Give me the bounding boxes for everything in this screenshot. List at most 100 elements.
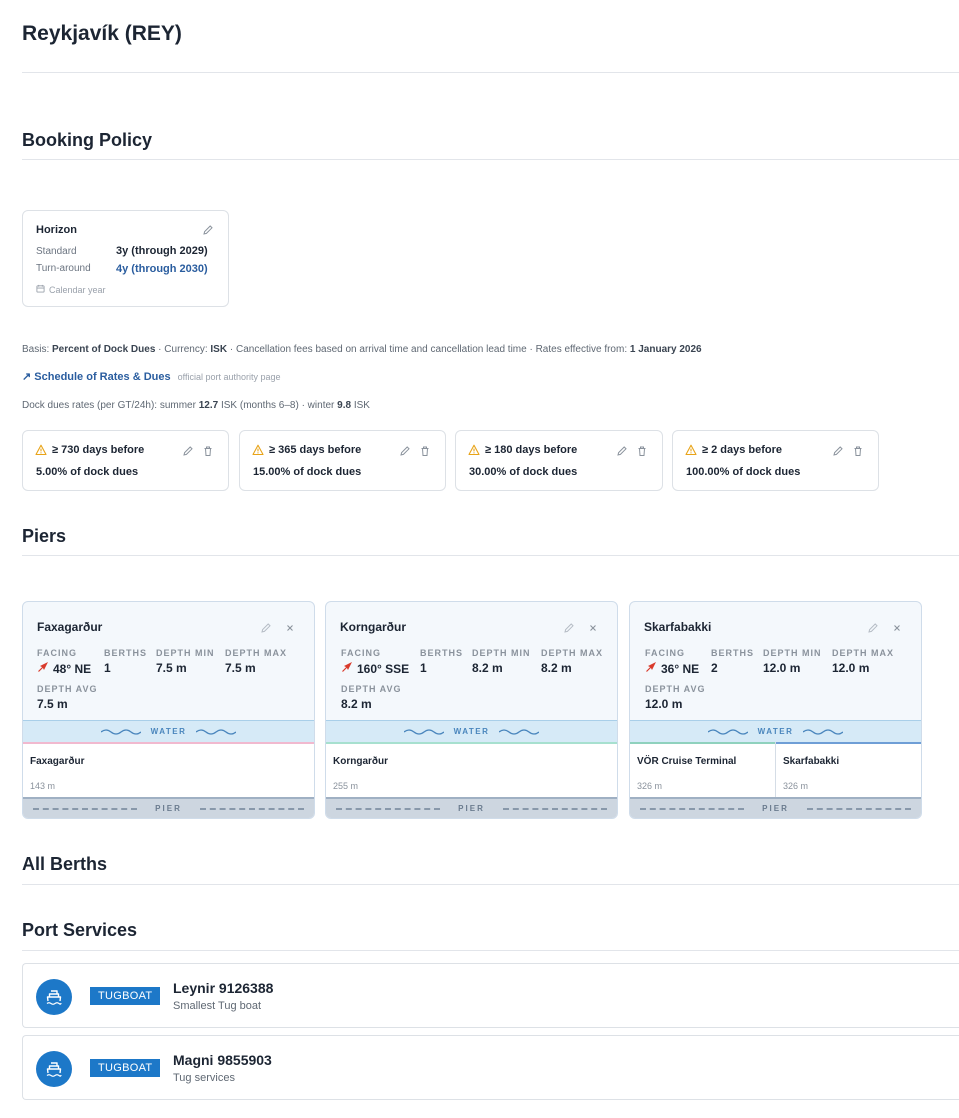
pencil-icon[interactable]: [867, 621, 879, 633]
depth-max-value: 8.2 m: [541, 661, 572, 675]
pier-depth-avg: Depth Avg 12.0 m: [645, 684, 706, 711]
pier-name: Skarfabakki: [644, 620, 712, 634]
depth-avg-label: Depth Avg: [341, 684, 402, 694]
berth-name: VÖR Cruise Terminal: [637, 756, 737, 767]
facing-arrow-icon: [645, 661, 657, 676]
berth-name: Skarfabakki: [783, 756, 840, 767]
depth-avg-value: 8.2 m: [341, 697, 372, 711]
depth-avg-label: Depth Avg: [645, 684, 706, 694]
service-name: Leynir 9126388: [173, 980, 274, 996]
wave-icon: [498, 723, 540, 741]
pencil-icon[interactable]: [182, 444, 194, 456]
basis-label: Basis:: [22, 344, 50, 355]
service-row[interactable]: TUGBOAT Leynir 9126388 Smallest Tug boat: [22, 963, 959, 1028]
close-icon[interactable]: [284, 621, 296, 633]
wave-icon: [100, 723, 141, 741]
depth-min-label: Depth Min: [472, 648, 531, 658]
currency-value: ISK: [210, 344, 228, 355]
facing-label: Facing: [37, 648, 78, 658]
berths-value: 1: [420, 661, 427, 675]
pier-depth-avg: Depth Avg 7.5 m: [37, 684, 98, 711]
facing-label: Facing: [341, 648, 382, 658]
fee-threshold: ≥ 2 days before: [702, 444, 783, 456]
pencil-icon[interactable]: [260, 621, 272, 633]
dock-dues-winter-suffix: ISK: [353, 400, 370, 411]
pencil-icon[interactable]: [563, 621, 575, 633]
pier-facing: Facing 48° NE: [37, 648, 91, 676]
pencil-icon[interactable]: [832, 444, 844, 456]
pier-actions: [563, 621, 599, 633]
warning-icon: [685, 444, 697, 456]
fee-value: 30.00% of dock dues: [469, 466, 578, 478]
berths-label: Berths: [420, 648, 464, 658]
wave-icon: [403, 723, 444, 741]
trash-icon[interactable]: [852, 444, 864, 456]
pencil-icon[interactable]: [616, 444, 628, 456]
all-berths-divider: [22, 884, 959, 885]
facing-value: 36° NE: [661, 661, 700, 676]
berth-area: VÖR Cruise Terminal 326 m Skarfabakki 32…: [630, 742, 921, 799]
depth-avg-value: 12.0 m: [645, 697, 683, 711]
pier-depth-min: Depth Min 12.0 m: [763, 648, 822, 675]
berth-color-bar: [776, 742, 921, 744]
berth-area: Faxagarður 143 m: [23, 742, 314, 799]
cancellation-text: · Cancellation fees based on arrival tim…: [229, 344, 628, 355]
wave-icon: [802, 723, 844, 741]
water-strip: WATER: [630, 720, 921, 742]
pier-berths: Berths 1: [420, 648, 463, 675]
pier-depth-min: Depth Min 7.5 m: [156, 648, 215, 675]
pencil-icon[interactable]: [202, 223, 214, 235]
warning-icon: [468, 444, 480, 456]
depth-avg-value: 7.5 m: [37, 697, 68, 711]
fee-threshold: ≥ 180 days before: [485, 444, 578, 456]
header-divider: [22, 72, 959, 73]
facing-arrow-icon: [37, 661, 49, 676]
berth-length: 255 m: [333, 781, 359, 791]
pier-strip: PIER: [630, 797, 921, 818]
pier-depth-min: Depth Min 8.2 m: [472, 648, 531, 675]
horizon-turnaround-value: 4y (through 2030): [116, 263, 208, 275]
water-label: WATER: [453, 727, 490, 736]
service-row[interactable]: TUGBOAT Magni 9855903 Tug services: [22, 1035, 959, 1100]
boat-icon: [36, 1051, 72, 1087]
section-title-piers: Piers: [22, 526, 67, 546]
berth-slot[interactable]: Korngarður 255 m: [326, 742, 617, 799]
fee-heading: ≥ 365 days before: [252, 444, 361, 456]
dock-dues-summer: 12.7: [198, 400, 219, 411]
horizon-card: Horizon Standard 3y (through 2029) Turn-…: [22, 210, 229, 307]
facing-value: 48° NE: [53, 661, 92, 676]
pier-depth-max: Depth Max 12.0 m: [832, 648, 894, 675]
berth-slot[interactable]: VÖR Cruise Terminal 326 m: [630, 742, 776, 799]
close-icon[interactable]: [891, 621, 903, 633]
berth-slot[interactable]: Faxagarður 143 m: [23, 742, 314, 799]
wave-icon: [195, 723, 237, 741]
page-title: Reykjavík (REY): [22, 22, 182, 45]
depth-min-label: Depth Min: [763, 648, 822, 658]
close-icon[interactable]: [587, 621, 599, 633]
water-strip: WATER: [23, 720, 314, 742]
horizon-standard-value: 3y (through 2029): [116, 245, 208, 257]
berths-label: Berths: [104, 648, 148, 658]
schedule-link[interactable]: ↗ Schedule of Rates & Dues: [22, 371, 171, 383]
basis-line: Basis: Percent of Dock Dues · Currency: …: [22, 344, 702, 355]
depth-max-value: 7.5 m: [225, 661, 256, 675]
berth-color-bar: [630, 742, 775, 744]
pier-label: PIER: [458, 804, 485, 813]
service-name: Magni 9855903: [173, 1052, 272, 1068]
trash-icon[interactable]: [419, 444, 431, 456]
water-label: WATER: [150, 727, 187, 736]
pier-depth-avg: Depth Avg 8.2 m: [341, 684, 402, 711]
berth-slot[interactable]: Skarfabakki 326 m: [776, 742, 921, 799]
pier-label: PIER: [762, 804, 789, 813]
pencil-icon[interactable]: [399, 444, 411, 456]
wave-icon: [707, 723, 748, 741]
depth-min-label: Depth Min: [156, 648, 215, 658]
fee-heading: ≥ 730 days before: [35, 444, 144, 456]
horizon-footer: Calendar year: [36, 284, 106, 295]
currency-label: · Currency:: [158, 344, 208, 355]
trash-icon[interactable]: [202, 444, 214, 456]
dock-dues-line: Dock dues rates (per GT/24h): summer 12.…: [22, 400, 370, 411]
pier-label: PIER: [155, 804, 182, 813]
warning-icon: [252, 444, 264, 456]
trash-icon[interactable]: [636, 444, 648, 456]
